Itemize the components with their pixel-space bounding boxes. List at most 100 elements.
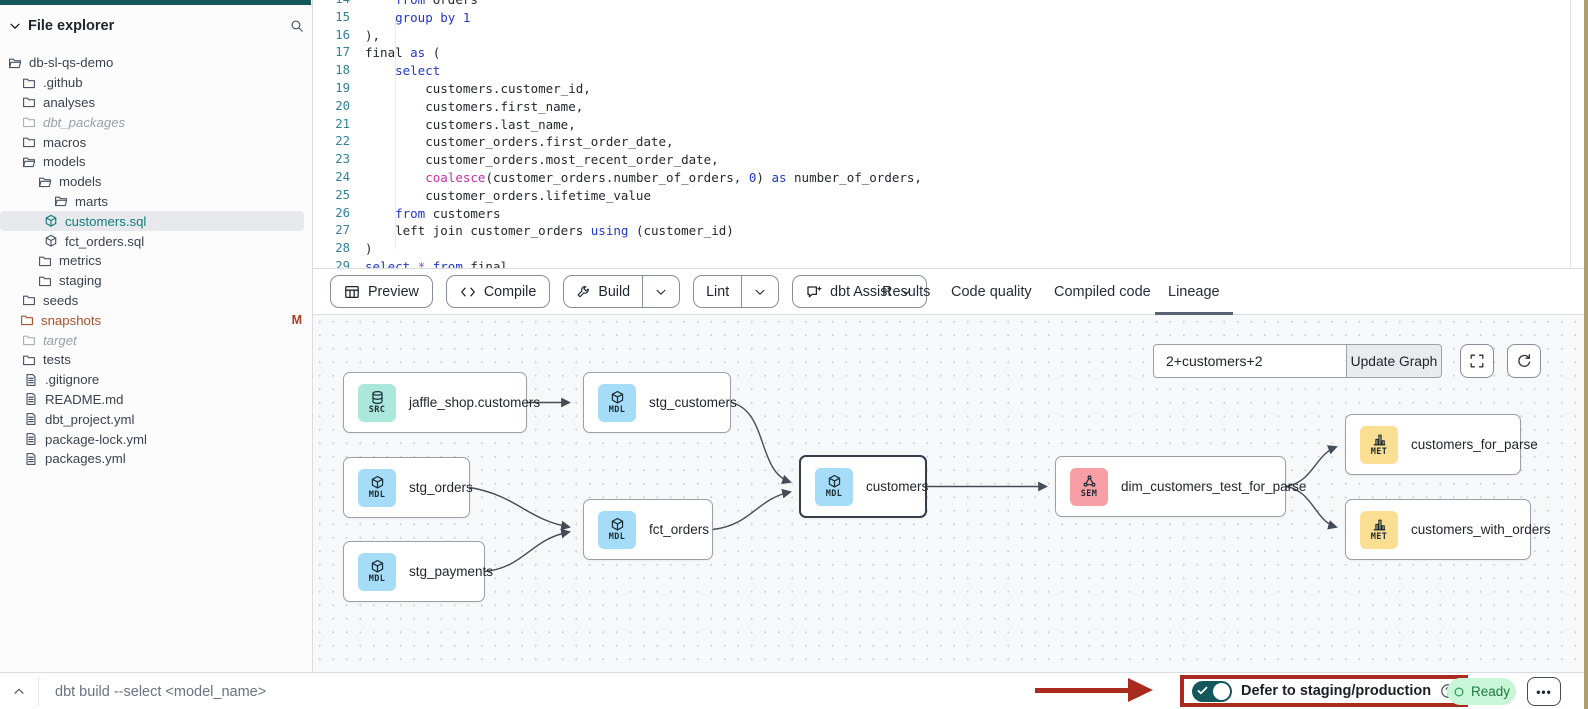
file-tree-item-staging[interactable]: staging (0, 271, 312, 291)
file-tree-label: analyses (43, 95, 95, 110)
line-number: 20 (313, 98, 350, 116)
database-icon: SRC (358, 384, 396, 422)
more-options-button[interactable]: ••• (1527, 677, 1561, 706)
file-tree-item-marts[interactable]: marts (0, 192, 312, 212)
lineage-node-stg_orders[interactable]: MDLstg_orders (343, 457, 470, 518)
line-number: 16 (313, 27, 350, 45)
lineage-node-customers[interactable]: MDLcustomers (799, 455, 927, 518)
file-tree-item-analyses[interactable]: analyses (0, 93, 312, 113)
code-line: customer_orders.first_order_date, (365, 133, 922, 151)
file-tree-item-tests[interactable]: tests (0, 350, 312, 370)
lineage-node-label: fct_orders (649, 522, 709, 537)
build-button[interactable]: Build (564, 276, 642, 307)
defer-toggle[interactable] (1192, 681, 1232, 702)
tab-results[interactable]: Results (869, 269, 943, 315)
lineage-node-label: customers_with_orders (1411, 522, 1551, 537)
lineage-node-jaffle_shop.customers[interactable]: SRCjaffle_shop.customers (343, 372, 527, 433)
file-tree-item-metrics[interactable]: metrics (0, 251, 312, 271)
file-tree-label: seeds (43, 293, 78, 308)
folder-icon (22, 135, 36, 149)
ready-status-badge: Ready (1447, 678, 1516, 705)
file-tree-item-db-sl-qs-demo[interactable]: db-sl-qs-demo (0, 53, 312, 73)
file-tree-item-.github[interactable]: .github (0, 73, 312, 93)
table-icon (344, 284, 360, 300)
preview-button[interactable]: Preview (330, 275, 433, 308)
folder-open-icon (22, 155, 36, 169)
build-dropdown-chevron-icon[interactable] (642, 276, 679, 307)
folder-icon (22, 353, 36, 367)
file-icon (24, 392, 38, 406)
editor-scrollbar[interactable] (1570, 0, 1571, 268)
file-tree: db-sl-qs-demo .github analyses dbt_packages… (0, 53, 312, 469)
file-tree-item-dbt_project.yml[interactable]: dbt_project.yml (0, 409, 312, 429)
line-number: 14 (313, 0, 350, 9)
lint-button[interactable]: Lint (694, 276, 741, 307)
file-icon (24, 432, 38, 446)
refresh-button[interactable] (1507, 344, 1541, 378)
lineage-selector-input[interactable] (1153, 344, 1346, 378)
file-tree-label: .github (43, 75, 83, 90)
file-explorer-sidebar: File explorer db-sl-qs-demo.githubanalys… (0, 0, 313, 672)
tab-lineage[interactable]: Lineage (1155, 269, 1233, 315)
lineage-node-customers_with_orders[interactable]: METcustomers_with_orders (1345, 499, 1531, 560)
search-icon[interactable] (290, 19, 304, 33)
lineage-node-customers_for_parse[interactable]: METcustomers_for_parse (1345, 414, 1521, 475)
editor-gutter: 14151617181920212223242526272829 (313, 0, 350, 268)
folder-icon (38, 274, 52, 288)
lineage-canvas[interactable]: SRCjaffle_shop.customers MDLstg_customers… (313, 315, 1584, 672)
annotation-arrow (1035, 688, 1130, 693)
fullscreen-button[interactable] (1460, 344, 1494, 378)
file-tree-item-target[interactable]: target (0, 330, 312, 350)
ide-window: File explorer db-sl-qs-demo.githubanalys… (0, 0, 1588, 709)
file-tree-item-models[interactable]: models (0, 172, 312, 192)
lineage-node-stg_customers[interactable]: MDLstg_customers (583, 372, 731, 433)
code-editor[interactable]: 14151617181920212223242526272829 from or… (313, 0, 1584, 268)
file-tree-item-packages.yml[interactable]: packages.yml (0, 449, 312, 469)
file-tree-item-dbt_packages[interactable]: dbt_packages (0, 112, 312, 132)
metric-icon: MET (1360, 511, 1398, 549)
file-tree-label: models (59, 174, 102, 189)
file-tree-label: marts (75, 194, 108, 209)
file-tree-item-snapshots[interactable]: snapshotsM (0, 310, 312, 330)
status-circle-icon (1453, 686, 1465, 698)
wrench-icon (576, 285, 590, 299)
tab-compiled-code[interactable]: Compiled code (1041, 269, 1164, 315)
code-line: customers.last_name, (365, 116, 922, 134)
file-tree-item-customers.sql[interactable]: customers.sql (0, 211, 304, 231)
lineage-node-dim_customers_test_for_parse[interactable]: SEMdim_customers_test_for_parse (1055, 456, 1286, 517)
folder-icon (22, 115, 36, 129)
editor-code[interactable]: from orders group by 1),final as ( selec… (365, 0, 922, 268)
file-tree-item-.gitignore[interactable]: .gitignore (0, 370, 312, 390)
folder-open-icon (38, 175, 52, 189)
model-cube-icon: MDL (598, 511, 636, 549)
file-tree-label: metrics (59, 253, 102, 268)
lint-dropdown-chevron-icon[interactable] (741, 276, 778, 307)
code-line: customer_orders.most_recent_order_date, (365, 151, 922, 169)
folder-icon (22, 76, 36, 90)
tab-code-quality[interactable]: Code quality (938, 269, 1045, 315)
build-button-group: Build (563, 275, 680, 308)
lint-button-group: Lint (693, 275, 779, 308)
file-tree-item-macros[interactable]: macros (0, 132, 312, 152)
lineage-node-stg_payments[interactable]: MDLstg_payments (343, 541, 485, 602)
line-number: 22 (313, 133, 350, 151)
update-graph-button[interactable]: Update Graph (1346, 344, 1442, 378)
folder-icon (22, 95, 36, 109)
lineage-node-fct_orders[interactable]: MDL fct_orders (583, 499, 713, 560)
chevron-down-icon[interactable] (8, 19, 22, 33)
file-tree-item-seeds[interactable]: seeds (0, 291, 312, 311)
file-tree-label: README.md (45, 392, 123, 407)
file-tree-item-fct_orders.sql[interactable]: fct_orders.sql (0, 231, 312, 251)
file-tree-item-package-lock.yml[interactable]: package-lock.yml (0, 429, 312, 449)
file-tree-item-README.md[interactable]: README.md (0, 390, 312, 410)
expand-panel-chevron-icon[interactable] (12, 684, 26, 698)
code-line: coalesce(customer_orders.number_of_order… (365, 169, 922, 187)
command-input[interactable] (55, 677, 955, 706)
folder-open-icon (8, 56, 22, 70)
code-line: ) (365, 240, 922, 258)
file-tree-label: tests (43, 352, 71, 367)
compile-button[interactable]: Compile (446, 275, 550, 308)
file-tree-item-models[interactable]: models (0, 152, 312, 172)
model-cube-icon: MDL (598, 384, 636, 422)
check-icon (1196, 684, 1209, 702)
